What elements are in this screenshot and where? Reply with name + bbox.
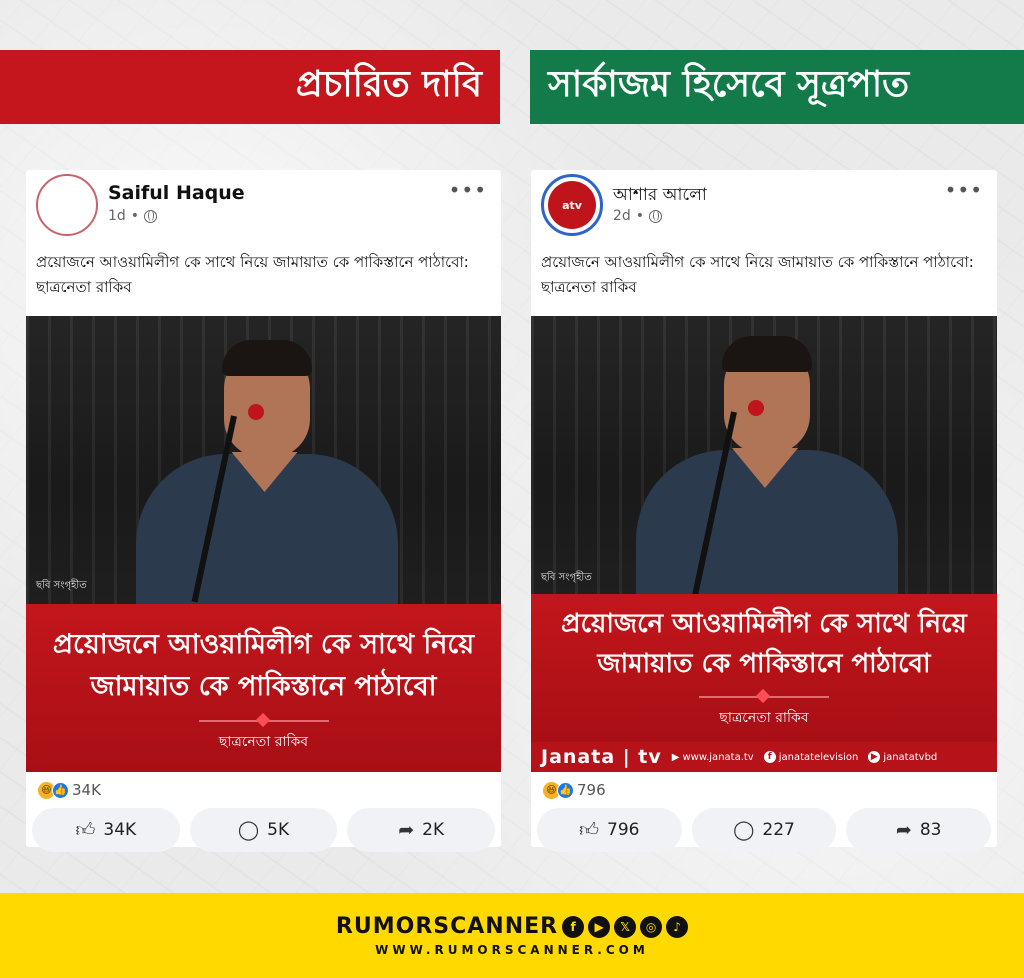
headline-panel: প্রয়োজনে আওয়ামিলীগ কে সাথে নিয়ে জামায…	[26, 604, 501, 772]
post-time[interactable]: 1d	[108, 208, 126, 224]
brand-youtube: ▶ janatatvbd	[868, 751, 937, 763]
post-actions: 👍︎ 34K ◯ 5K ➦ 2K	[26, 802, 501, 858]
like-count: 34K	[103, 820, 137, 840]
source-banner: সার্কাজম হিসেবে সূত্রপাত	[530, 50, 1024, 124]
comment-count: 227	[762, 820, 795, 840]
footer-website[interactable]: WWW.RUMORSCANNER.COM	[375, 943, 649, 957]
share-count: 2K	[422, 820, 445, 840]
avatar-logo: atv	[548, 181, 596, 229]
share-button[interactable]: ➦ 83	[846, 808, 992, 852]
x-icon[interactable]: 𝕏	[614, 915, 637, 938]
reaction-count: 34K	[72, 781, 101, 799]
facebook-icon: f	[763, 751, 776, 763]
headline-panel: প্রয়োজনে আওয়ামিলীগ কে সাথে নিয়ে জামায…	[531, 594, 997, 742]
image-headline: প্রয়োজনে আওয়ামিলীগ কে সাথে নিয়ে জামায…	[26, 604, 501, 708]
microphone-icon	[748, 400, 764, 416]
share-arrow-icon: ➦	[398, 819, 415, 841]
diamond-divider	[198, 720, 329, 722]
comment-bubble-icon: ◯	[733, 819, 755, 841]
comment-button[interactable]: ◯ 5K	[189, 808, 338, 852]
avatar[interactable]: atv	[541, 174, 603, 236]
image-headline: প্রয়োজনে আওয়ামিলীগ কে সাথে নিয়ে জামায…	[531, 594, 997, 684]
photo-credit: ছবি সংগৃহীত	[36, 580, 87, 591]
like-reaction-icon: 👍	[557, 781, 574, 799]
post-author[interactable]: Saiful Haque	[108, 182, 245, 204]
rumorscanner-logo: RUMORSCANNER	[335, 914, 559, 939]
headline-line-2: জামায়াত কে পাকিস্তানে পাঠাবো	[90, 671, 437, 702]
share-button[interactable]: ➦ 2K	[347, 808, 496, 852]
comment-button[interactable]: ◯ 227	[691, 808, 837, 852]
headline-line-1: প্রয়োজনে আওয়ামিলীগ কে সাথে নিয়ে	[52, 629, 475, 660]
like-count: 796	[607, 820, 640, 840]
image-byline: ছাত্রনেতা রাকিব	[719, 710, 809, 726]
reaction-count: 796	[577, 781, 606, 799]
brand-facebook: f janatatelevision	[763, 751, 858, 763]
globe-icon	[144, 209, 158, 223]
youtube-icon: ▶	[868, 751, 881, 763]
microphone-icon	[248, 404, 264, 420]
post-meta: 2d •	[613, 208, 663, 224]
more-options-icon[interactable]: •••	[449, 178, 487, 202]
janata-tv-logo: Janata | tv	[541, 746, 662, 768]
share-arrow-icon: ➦	[895, 819, 912, 841]
post-text: প্রয়োজনে আওয়ামিলীগ কে সাথে নিয়ে জামায…	[36, 253, 469, 296]
globe-icon	[649, 209, 663, 223]
like-reaction-icon: 👍	[52, 781, 69, 799]
share-count: 83	[919, 820, 942, 840]
avatar[interactable]	[36, 174, 98, 236]
headline-line-2: জামায়াত কে পাকিস্তানে পাঠাবো	[597, 649, 931, 679]
post-time[interactable]: 2d	[613, 208, 631, 224]
thumbs-up-icon: 👍︎	[579, 818, 600, 841]
like-button[interactable]: 👍︎ 796	[537, 808, 682, 852]
post-meta: 1d •	[108, 208, 158, 224]
play-arrow-icon: ▶	[671, 751, 680, 763]
comment-bubble-icon: ◯	[237, 819, 260, 841]
post-actions: 👍︎ 796 ◯ 227 ➦ 83	[531, 802, 997, 858]
speaker-photo: ছবি সংগৃহীত	[531, 316, 997, 620]
post-author[interactable]: আশার আলো	[613, 182, 707, 210]
post-text: প্রয়োজনে আওয়ামিলীগ কে সাথে নিয়ে জামায…	[541, 253, 974, 296]
facebook-post-claim: Saiful Haque 1d • ••• প্রয়োজনে আওয়ামিল…	[26, 170, 501, 852]
instagram-icon[interactable]: ◎	[640, 915, 663, 938]
diamond-divider	[699, 696, 829, 698]
comment-count: 5K	[267, 820, 290, 840]
channel-branding-bar: Janata | tv ▶ www.janata.tv f janatatele…	[531, 742, 997, 772]
meta-separator: •	[130, 208, 140, 224]
rumorscanner-footer: RUMORSCANNER f ▶ 𝕏 ◎ ♪ WWW.RUMORSCANNER.…	[0, 893, 1024, 978]
more-options-icon[interactable]: •••	[945, 178, 983, 202]
facebook-post-source: atv আশার আলো 2d • ••• প্রয়োজনে আওয়ামিল…	[531, 170, 997, 852]
photo-credit: ছবি সংগৃহীত	[541, 572, 592, 583]
speaker-photo: ছবি সংগৃহীত	[26, 316, 501, 624]
post-header: atv আশার আলো 2d • •••	[531, 170, 997, 244]
post-image[interactable]: ছবি সংগৃহীত প্রয়োজনে আওয়ামিলীগ কে সাথে…	[531, 316, 997, 772]
facebook-icon[interactable]: f	[562, 915, 585, 938]
claim-banner: প্রচারিত দাবি	[0, 50, 500, 124]
post-header: Saiful Haque 1d • •••	[26, 170, 501, 244]
thumbs-up-icon: 👍︎	[75, 818, 96, 841]
meta-separator: •	[635, 208, 645, 224]
post-image[interactable]: ছবি সংগৃহীত প্রয়োজনে আওয়ামিলীগ কে সাথে…	[26, 316, 501, 772]
brand-website: ▶ www.janata.tv	[671, 751, 754, 763]
like-button[interactable]: 👍︎ 34K	[32, 808, 180, 852]
reaction-summary[interactable]: 😆 👍 796	[531, 772, 997, 802]
reaction-summary[interactable]: 😆 👍 34K	[26, 772, 501, 802]
tiktok-icon[interactable]: ♪	[666, 915, 689, 938]
youtube-icon[interactable]: ▶	[588, 915, 611, 938]
footer-brand-row: RUMORSCANNER f ▶ 𝕏 ◎ ♪	[335, 914, 689, 939]
headline-line-1: প্রয়োজনে আওয়ামিলীগ কে সাথে নিয়ে	[561, 609, 967, 639]
image-byline: ছাত্রনেতা রাকিব	[218, 734, 309, 750]
